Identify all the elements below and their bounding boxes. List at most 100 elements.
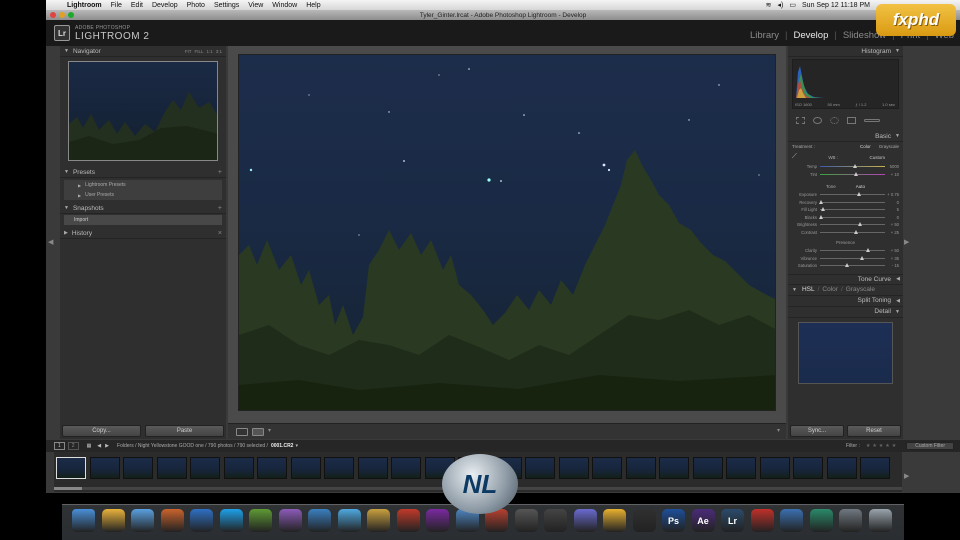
module-library[interactable]: Library <box>744 30 785 41</box>
filmstrip-thumbnail[interactable] <box>525 457 555 479</box>
transmit-icon[interactable] <box>367 509 390 532</box>
slider-track[interactable] <box>820 207 885 212</box>
snapshot-import[interactable]: Import <box>64 215 222 225</box>
filmstrip-thumbnail[interactable] <box>826 457 857 479</box>
filmstrip-thumbnail[interactable] <box>156 457 187 479</box>
grapher-icon[interactable] <box>308 509 331 532</box>
finder-icon[interactable] <box>72 509 95 532</box>
minimize-window-button[interactable] <box>59 12 65 18</box>
presence-saturation-slider[interactable]: Saturation - 15 <box>792 262 899 270</box>
slider-track[interactable] <box>820 164 885 169</box>
auto-tone-button[interactable]: Auto <box>856 184 865 189</box>
crop-tool-icon[interactable] <box>796 116 805 124</box>
menu-photo[interactable]: Photo <box>187 2 205 9</box>
presence-vibrance-slider[interactable]: Vibrance + 35 <box>792 255 899 263</box>
slider-value[interactable]: + 35 <box>885 256 899 261</box>
zoom-window-button[interactable] <box>68 12 74 18</box>
treatment-color-option[interactable]: Color <box>860 144 871 149</box>
slider-value[interactable]: 0 <box>885 215 899 220</box>
slider-track[interactable] <box>820 255 885 260</box>
grayscale-tab[interactable]: Grayscale <box>846 286 875 293</box>
filmstrip-thumbnail[interactable] <box>592 457 622 479</box>
filmstrip-source-path[interactable]: Folders / Night Yellowstone GOOD one / 7… <box>117 443 268 449</box>
eyedropper-icon[interactable]: ⟋ <box>792 153 797 161</box>
navigator-preview[interactable] <box>68 61 218 161</box>
slider-knob[interactable] <box>856 192 861 197</box>
tone-recovery-slider[interactable]: Recovery 0 <box>792 199 899 207</box>
wb-preset-select[interactable]: Custom <box>869 155 885 160</box>
zoom-1-1[interactable]: 1:1 <box>206 49 212 54</box>
slider-knob[interactable] <box>865 248 870 253</box>
hsl-tab[interactable]: HSL <box>802 286 815 293</box>
before-after-view-icon[interactable] <box>252 428 264 436</box>
menu-settings[interactable]: Settings <box>214 2 239 9</box>
copy-button[interactable]: Copy... <box>62 425 141 437</box>
back-arrow-icon[interactable]: ◀ <box>97 443 101 449</box>
timemachine-icon[interactable] <box>809 509 833 532</box>
slider-track[interactable] <box>820 263 885 268</box>
detail-header[interactable]: Detail ▼ <box>788 307 903 318</box>
imovie-icon[interactable] <box>573 509 597 532</box>
zoom-fit[interactable]: FIT <box>185 49 192 54</box>
slider-knob[interactable] <box>853 229 858 234</box>
tone-brightness-slider[interactable]: Brightness + 50 <box>792 221 899 229</box>
slider-track[interactable] <box>820 192 885 197</box>
left-panel-toggle-icon[interactable]: ◀ <box>48 238 53 246</box>
add-snapshot-icon[interactable]: + <box>218 205 222 212</box>
current-filename[interactable]: 0001.CR2 <box>271 443 294 449</box>
zoom-fill[interactable]: FILL <box>194 49 203 54</box>
filmstrip-thumbnail[interactable] <box>324 457 354 479</box>
quicktime-icon[interactable] <box>190 509 213 532</box>
filmstrip-thumbnail[interactable] <box>692 457 723 479</box>
menu-view[interactable]: View <box>248 2 263 9</box>
split-toning-header[interactable]: Split Toning ◀ <box>788 296 903 307</box>
paste-button[interactable]: Paste <box>145 425 224 437</box>
close-window-button[interactable] <box>50 12 56 18</box>
treatment-grayscale-option[interactable]: Grayscale <box>879 144 899 149</box>
detail-zoom-preview[interactable] <box>798 321 893 384</box>
evernote-icon[interactable] <box>249 509 272 532</box>
itunes-icon[interactable] <box>131 509 154 532</box>
presence-clarity-slider[interactable]: Clarity + 50 <box>792 247 899 255</box>
filmstrip-thumbnail[interactable] <box>558 457 589 479</box>
forward-arrow-icon[interactable]: ▶ <box>105 443 109 449</box>
slider-value[interactable]: + 50 <box>885 222 899 227</box>
filmstrip-thumbnail[interactable] <box>290 457 321 479</box>
zoom-3-1[interactable]: 3:1 <box>216 49 222 54</box>
slider-knob[interactable] <box>857 222 862 227</box>
photoshop-icon[interactable]: Ps <box>662 509 685 532</box>
graduated-filter-icon[interactable] <box>847 116 856 124</box>
slider-value[interactable]: + 10 <box>885 172 899 177</box>
navigator-header[interactable]: ▼ Navigator FIT FILL 1:1 3:1 <box>60 46 226 57</box>
acrobat-icon[interactable] <box>750 509 774 532</box>
history-header[interactable]: ▶ History × <box>60 228 226 239</box>
filmstrip-thumbnail[interactable] <box>223 457 254 479</box>
filmstrip-thumbnail[interactable] <box>257 457 287 479</box>
slider-value[interactable]: 5000 <box>885 164 899 169</box>
histogram[interactable]: ISO 1600 50 mm ƒ / 1.2 1.0 sec <box>792 59 899 109</box>
reset-button[interactable]: Reset <box>847 425 901 437</box>
hsl-header[interactable]: ▼ HSL / Color / Grayscale <box>788 285 903 296</box>
main-window-button[interactable]: 1 <box>54 442 65 450</box>
filmstrip-thumbnail[interactable] <box>659 457 689 479</box>
slider-value[interactable]: + 0.75 <box>885 192 899 197</box>
filmstrip-thumbnail[interactable] <box>860 457 890 479</box>
pixelmator-icon[interactable] <box>278 509 302 532</box>
filmstrip-thumbnail[interactable] <box>625 457 656 479</box>
flashget-icon[interactable] <box>396 509 420 532</box>
adjustment-brush-icon[interactable] <box>864 118 880 122</box>
menubar-clock[interactable]: Sun Sep 12 11:18 PM <box>802 2 870 9</box>
slider-value[interactable]: 5 <box>885 207 899 212</box>
tone-blacks-slider[interactable]: Blacks 0 <box>792 214 899 222</box>
volume-icon[interactable]: ◂) <box>778 1 784 9</box>
menu-develop[interactable]: Develop <box>152 2 178 9</box>
filename-menu-chevron-icon[interactable]: ▾ <box>295 443 298 449</box>
red-eye-tool-icon[interactable] <box>830 116 839 124</box>
snapshots-header[interactable]: ▼ Snapshots + <box>60 203 226 214</box>
spot-removal-tool-icon[interactable] <box>813 116 822 124</box>
slider-value[interactable]: - 15 <box>885 263 899 268</box>
filmstrip-thumbnail[interactable] <box>190 457 220 479</box>
slider-value[interactable]: + 50 <box>885 248 899 253</box>
filmstrip-thumbnail[interactable] <box>726 457 756 479</box>
slider-track[interactable] <box>820 171 885 176</box>
